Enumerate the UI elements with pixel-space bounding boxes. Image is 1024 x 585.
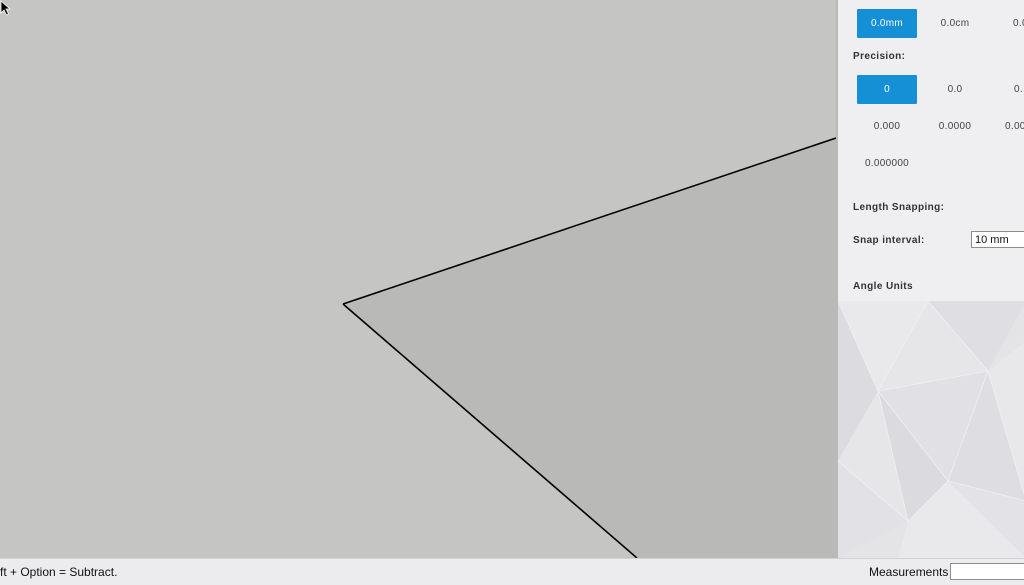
unit-option-cm[interactable]: 0.0cm [925, 9, 985, 38]
precision-option-2[interactable]: 0. [993, 75, 1024, 104]
rectangle-face[interactable] [343, 138, 836, 558]
snap-interval-label: Snap interval: [853, 235, 925, 246]
mouse-pointer-icon [0, 0, 11, 16]
unit-option-mm[interactable]: 0.0mm [857, 9, 917, 38]
measurements-label: Measurements [869, 565, 949, 579]
measurements-input[interactable] [950, 563, 1024, 580]
snap-interval-input[interactable] [971, 231, 1024, 248]
model-canvas[interactable] [0, 0, 836, 558]
decorative-background [838, 301, 1024, 558]
angle-units-label: Angle Units [853, 281, 913, 292]
precision-option-4[interactable]: 0.0000 [925, 112, 985, 141]
length-snapping-label: Length Snapping: [853, 202, 945, 213]
units-settings-content: 0.0mm 0.0cm 0.0 Precision: 0 0.0 0. 0.00… [838, 0, 1024, 301]
precision-option-5[interactable]: 0.00 [993, 112, 1024, 141]
app-window: 0.0mm 0.0cm 0.0 Precision: 0 0.0 0. 0.00… [0, 0, 1024, 585]
precision-option-0[interactable]: 0 [857, 75, 917, 104]
precision-label: Precision: [853, 51, 906, 62]
units-settings-panel: 0.0mm 0.0cm 0.0 Precision: 0 0.0 0. 0.00… [836, 0, 1024, 558]
model-viewport[interactable] [0, 0, 836, 558]
precision-option-1[interactable]: 0.0 [925, 75, 985, 104]
precision-option-6[interactable]: 0.000000 [857, 149, 917, 178]
status-hint-text: ft + Option = Subtract. [0, 565, 118, 579]
precision-option-3[interactable]: 0.000 [857, 112, 917, 141]
status-bar: ft + Option = Subtract. Measurements [0, 558, 1024, 585]
unit-option-m[interactable]: 0.0 [993, 9, 1024, 38]
